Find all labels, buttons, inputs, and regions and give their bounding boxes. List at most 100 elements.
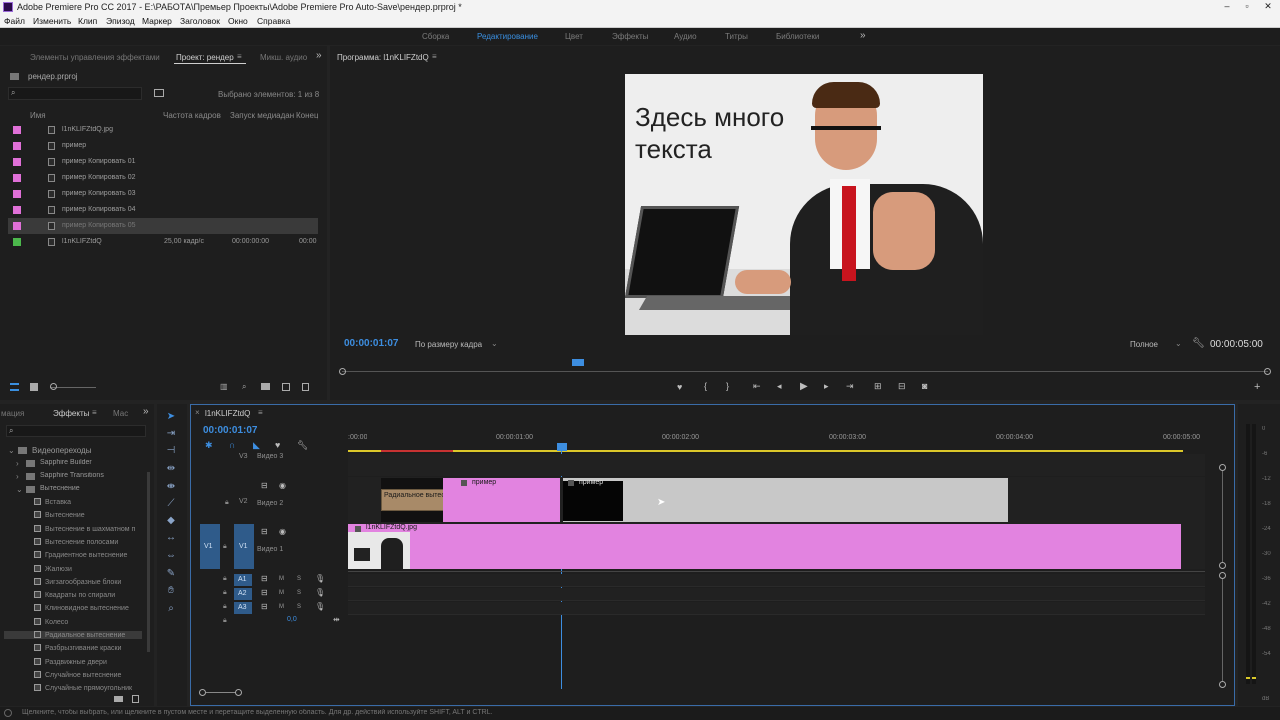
go-to-out-button[interactable]: ⇥ [846, 381, 854, 392]
column-media-start[interactable]: Запуск медиаданн [230, 111, 294, 120]
icon-view-icon[interactable] [30, 383, 38, 391]
v2-clip-2[interactable] [563, 478, 1008, 522]
effect-item[interactable]: Квадраты по спирали [34, 591, 115, 599]
program-playhead[interactable] [572, 359, 584, 366]
go-to-in-button[interactable]: ⇤ [753, 381, 761, 392]
solo-button[interactable]: S [297, 604, 301, 610]
trash-icon[interactable] [302, 383, 309, 391]
extract-button[interactable]: ⊟ [898, 381, 906, 392]
project-item[interactable]: пример Копировать 04 [8, 202, 318, 218]
v2-sync-icon[interactable]: ⊟ [261, 481, 268, 490]
menu-file[interactable]: Файл [4, 16, 25, 26]
track-select-tool-icon[interactable]: ⇥ [164, 428, 178, 442]
v1-sync-icon[interactable]: ⊟ [261, 527, 268, 536]
mute-button[interactable]: M [279, 576, 284, 582]
effect-item[interactable]: Колесо [34, 617, 68, 626]
play-button[interactable]: ▶ [800, 381, 808, 392]
new-custom-bin-icon[interactable] [114, 696, 123, 702]
workspace-color[interactable]: Цвет [565, 32, 583, 41]
mark-out-button[interactable]: } [726, 381, 729, 391]
quality-dropdown[interactable]: Полное [1130, 340, 1158, 349]
chevron-down-icon[interactable]: ⌄ [16, 485, 23, 494]
microphone-icon[interactable]: 🎙︎ [315, 574, 325, 583]
effect-item[interactable]: Вытеснение полосами [34, 537, 118, 546]
project-item[interactable]: l1nKLIFZtdQ 25,00 кадр/с 00:00:00:00 00:00 [8, 234, 318, 250]
effects-search-input[interactable] [6, 425, 146, 437]
audio-sync-icon[interactable]: ⊟ [261, 574, 268, 583]
menu-marker[interactable]: Маркер [142, 16, 172, 26]
tab-effects[interactable]: Эффекты [53, 409, 89, 418]
effect-item[interactable]: Вставка [34, 498, 71, 506]
add-marker-button[interactable]: ♥︎ [677, 382, 682, 392]
audio-lane[interactable] [348, 588, 1205, 601]
audio-lock-icon[interactable]: 🔒︎ [223, 589, 227, 597]
project-item[interactable]: пример Копировать 05 [8, 218, 318, 234]
timeline-playhead-handle[interactable] [557, 443, 567, 451]
effect-item[interactable]: Случайные прямоугольник [34, 684, 132, 692]
v2-lock-icon[interactable]: 🔒︎ [225, 499, 229, 507]
project-item[interactable]: l1nKLIFZtdQ.jpg [8, 122, 318, 138]
effect-item[interactable]: Случайное вытеснение [34, 670, 121, 679]
v1-lock-icon[interactable]: 🔒︎ [223, 543, 227, 551]
chevron-right-icon[interactable]: › [16, 472, 19, 481]
export-frame-camera-icon[interactable]: ◙ [922, 381, 927, 391]
chevron-right-icon[interactable]: › [16, 459, 19, 468]
workspace-titles[interactable]: Титры [725, 32, 748, 41]
column-framerate[interactable]: Частота кадров [163, 111, 221, 120]
audio-lane[interactable] [348, 602, 1205, 615]
effect-item[interactable]: Градиентное вытеснение [34, 551, 127, 559]
close-button[interactable]: ✕ [1258, 1, 1278, 12]
effects-folder[interactable]: Вытеснение [40, 485, 80, 492]
ripple-edit-tool-icon[interactable]: ⊣ [164, 445, 178, 459]
menu-window[interactable]: Окно [228, 16, 248, 26]
step-forward-button[interactable]: ▸ [824, 381, 829, 392]
lane-v3[interactable] [348, 454, 1205, 476]
effects-overflow-icon[interactable]: » [143, 406, 149, 417]
project-item[interactable]: пример Копировать 03 [8, 186, 318, 202]
list-view-icon[interactable] [10, 383, 19, 391]
tab-animation[interactable]: мация [1, 409, 24, 418]
audio-sync-icon[interactable]: ⊟ [261, 602, 268, 611]
v1-clip[interactable] [348, 524, 1181, 569]
slip-tool-icon[interactable]: ↔ [164, 532, 178, 546]
effect-item[interactable]: Вытеснение [34, 511, 85, 519]
master-end-icon[interactable]: ⇹ [333, 615, 340, 624]
timeline-close-icon[interactable]: × [195, 408, 200, 417]
workspace-editing[interactable]: Редактирование [477, 32, 538, 41]
razor-blade-icon[interactable]: ◆ [164, 515, 178, 529]
column-name[interactable]: Имя [30, 111, 46, 120]
folder-video-transitions[interactable]: Видеопереходы [32, 446, 91, 455]
menu-clip[interactable]: Клип [78, 16, 97, 26]
program-timecode[interactable]: 00:00:01:07 [344, 338, 398, 349]
slide-tool-icon[interactable]: ⇔ [164, 550, 178, 564]
zoom-tool-icon[interactable]: ⌕ [164, 603, 178, 617]
tab-effect-controls[interactable]: Элементы управления эффектами [30, 53, 160, 62]
horizontal-zoom-start[interactable] [199, 689, 206, 696]
rate-stretch-tool-icon[interactable]: ⇼ [164, 481, 178, 495]
tab-project[interactable]: Проект: рендер [176, 53, 234, 62]
audio-lock-icon[interactable]: 🔒︎ [223, 575, 227, 583]
button-editor-plus-icon[interactable]: + [1254, 381, 1260, 393]
menu-edit[interactable]: Изменить [33, 16, 71, 26]
video-scroll-top[interactable] [1219, 464, 1226, 471]
workspace-assembly[interactable]: Сборка [422, 32, 449, 41]
microphone-icon[interactable]: 🎙︎ [315, 588, 325, 597]
tab-markers[interactable]: Мас [113, 409, 128, 418]
effects-folder[interactable]: Sapphire Transitions [40, 472, 104, 479]
solo-button[interactable]: S [297, 590, 301, 596]
linked-selection-icon[interactable]: ∩ [229, 440, 235, 450]
audio-lock-icon[interactable]: 🔒︎ [223, 603, 227, 611]
lift-button[interactable]: ⊞ [874, 381, 882, 392]
project-item[interactable]: пример Копировать 01 [8, 154, 318, 170]
menu-title[interactable]: Заголовок [180, 16, 220, 26]
effect-item[interactable]: Зигзагообразные блоки [34, 577, 121, 586]
master-lock-icon[interactable]: 🔒︎ [223, 617, 227, 625]
timeline-timecode[interactable]: 00:00:01:07 [203, 425, 257, 436]
effect-item[interactable]: Вытеснение в шахматном п [34, 524, 135, 533]
workspace-libraries[interactable]: Библиотеки [776, 32, 819, 41]
rolling-edit-tool-icon[interactable]: ⇹ [164, 463, 178, 477]
program-tab-menu-icon[interactable]: ≡ [432, 52, 437, 61]
timeline-tab-menu-icon[interactable]: ≡ [258, 408, 263, 417]
razor-tool-icon[interactable]: ⟋ [164, 498, 178, 512]
project-tab-menu-icon[interactable]: ≡ [237, 52, 242, 61]
